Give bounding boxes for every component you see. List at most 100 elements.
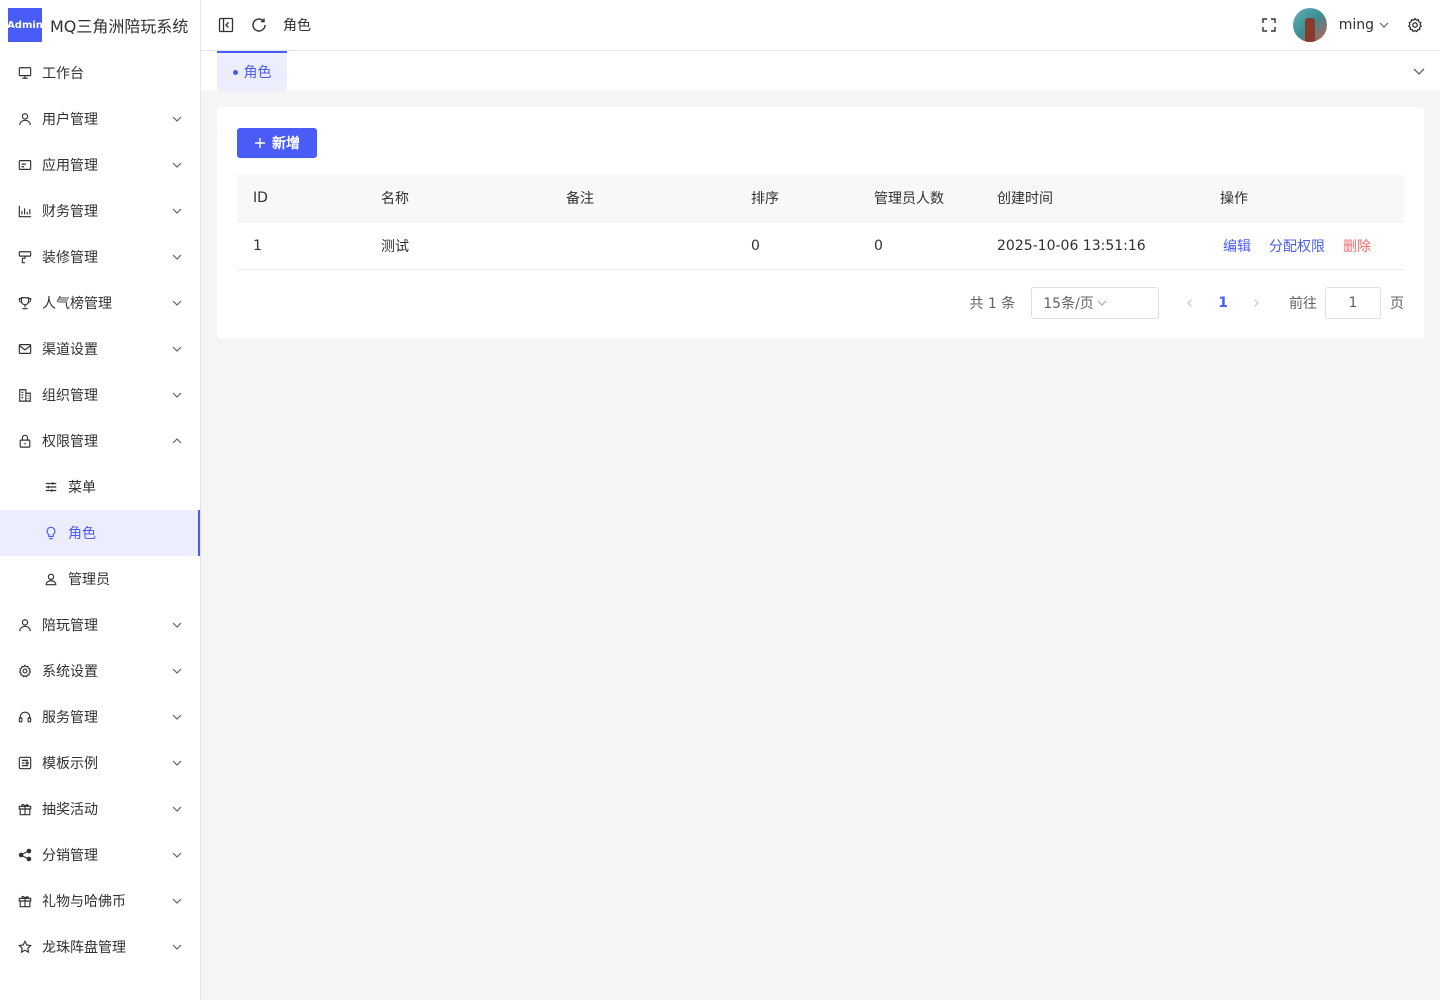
- sidebar-item-workbench[interactable]: 工作台: [0, 50, 200, 96]
- chevron-down-icon: [172, 298, 182, 308]
- prev-page-icon[interactable]: [1185, 298, 1195, 308]
- sidebar-item-permissions[interactable]: 权限管理: [0, 418, 200, 464]
- sidebar-item-companions[interactable]: 陪玩管理: [0, 602, 200, 648]
- pagination-total: 共 1 条: [969, 296, 1016, 312]
- page-suffix: 页: [1390, 296, 1404, 312]
- trophy-icon: [18, 296, 32, 310]
- next-page-icon[interactable]: [1251, 298, 1261, 308]
- bulb-icon: [44, 526, 58, 540]
- chevron-down-icon: [172, 896, 182, 906]
- table-header: ID 名称 备注 排序 管理员人数 创建时间 操作: [237, 175, 1404, 222]
- sidebar-item-label: 服务管理: [42, 710, 98, 726]
- sidebar-item-lottery[interactable]: 抽奖活动: [0, 786, 200, 832]
- breadcrumb: 角色: [283, 18, 311, 34]
- tab-bar: 角色: [201, 51, 1440, 91]
- monitor-icon: [18, 66, 32, 80]
- chevron-up-icon: [172, 436, 182, 446]
- sidebar-item-label: 用户管理: [42, 112, 98, 128]
- sidebar-item-label: 龙珠阵盘管理: [42, 940, 126, 956]
- cell-actions: 编辑 分配权限 删除: [1220, 236, 1371, 256]
- chevron-down-icon: [172, 344, 182, 354]
- sidebar-item-distribution[interactable]: 分销管理: [0, 832, 200, 878]
- sidebar-item-templates[interactable]: 模板示例: [0, 740, 200, 786]
- sidebar-item-roles[interactable]: 角色: [0, 510, 200, 556]
- logo[interactable]: Admin MQ三角洲陪玩系统: [0, 0, 200, 50]
- share-icon: [18, 848, 32, 862]
- sidebar-item-label: 财务管理: [42, 204, 98, 220]
- col-header-sort: 排序: [751, 191, 779, 207]
- sidebar-item-finance[interactable]: 财务管理: [0, 188, 200, 234]
- user-outline-icon: [44, 572, 58, 586]
- sidebar-item-label: 抽奖活动: [42, 802, 98, 818]
- sidebar-item-organization[interactable]: 组织管理: [0, 372, 200, 418]
- col-header-actions: 操作: [1220, 191, 1248, 207]
- sidebar-item-dragonball[interactable]: 龙珠阵盘管理: [0, 924, 200, 970]
- sidebar: Admin MQ三角洲陪玩系统 工作台 用户管理 应用管理 财务管理 装修管理: [0, 0, 201, 1000]
- app-card-icon: [18, 158, 32, 172]
- gear-icon[interactable]: [1407, 17, 1423, 33]
- sidebar-item-apps[interactable]: 应用管理: [0, 142, 200, 188]
- sidebar-item-label: 权限管理: [42, 434, 98, 450]
- sidebar-item-decoration[interactable]: 装修管理: [0, 234, 200, 280]
- mail-icon: [18, 342, 32, 356]
- sidebar-item-label: 陪玩管理: [42, 618, 98, 634]
- col-header-name: 名称: [381, 191, 409, 207]
- sidebar-item-label: 系统设置: [42, 664, 98, 680]
- sidebar-item-label: 礼物与哈佛币: [42, 894, 126, 910]
- chevron-down-icon: [172, 942, 182, 952]
- cell-sort: 0: [751, 237, 760, 254]
- add-button[interactable]: 新增: [237, 128, 317, 158]
- sidebar-menu: 工作台 用户管理 应用管理 财务管理 装修管理 人气榜管理 渠道设置 组织管理 …: [0, 50, 200, 970]
- chevron-down-icon[interactable]: [1379, 20, 1389, 30]
- col-header-admin-count: 管理员人数: [874, 191, 944, 207]
- col-header-created: 创建时间: [997, 191, 1053, 207]
- cell-name: 测试: [381, 238, 409, 255]
- page-size-select[interactable]: 15条/页: [1031, 287, 1160, 319]
- fullscreen-icon[interactable]: [1261, 17, 1277, 33]
- chevron-down-icon: [172, 114, 182, 124]
- gear-icon: [18, 664, 32, 678]
- sidebar-item-label: 装修管理: [42, 250, 98, 266]
- refresh-icon[interactable]: [251, 17, 267, 33]
- top-header: 角色 ming: [201, 0, 1440, 51]
- cell-admin-count: 0: [874, 237, 883, 254]
- delete-button[interactable]: 删除: [1343, 239, 1371, 255]
- header-actions: ming: [1261, 8, 1440, 42]
- sidebar-item-gifts[interactable]: 礼物与哈佛币: [0, 878, 200, 924]
- sidebar-item-label: 组织管理: [42, 388, 98, 404]
- table-row: 1 测试 0 0 2025-10-06 13:51:16 编辑 分配权限 删除: [237, 222, 1404, 270]
- username[interactable]: ming: [1339, 17, 1374, 33]
- avatar[interactable]: [1292, 8, 1327, 42]
- sidebar-item-label: 人气榜管理: [42, 296, 112, 312]
- sidebar-item-popularity[interactable]: 人气榜管理: [0, 280, 200, 326]
- cell-created: 2025-10-06 13:51:16: [997, 237, 1146, 254]
- sidebar-item-menu[interactable]: 菜单: [0, 464, 200, 510]
- assign-permission-button[interactable]: 分配权限: [1269, 239, 1325, 255]
- logo-badge: Admin: [7, 8, 43, 42]
- lock-icon: [18, 434, 32, 448]
- gift-icon: [18, 802, 32, 816]
- page-number[interactable]: 1: [1218, 295, 1228, 311]
- collapse-sidebar-icon[interactable]: [218, 17, 234, 33]
- tab-roles[interactable]: 角色: [217, 51, 287, 91]
- roles-table: ID 名称 备注 排序 管理员人数 创建时间 操作 1 测试 0 0 2025-…: [237, 175, 1404, 270]
- chevron-down-icon[interactable]: [1412, 64, 1426, 78]
- brush-icon: [18, 250, 32, 264]
- gift-icon: [18, 894, 32, 908]
- sidebar-item-services[interactable]: 服务管理: [0, 694, 200, 740]
- sidebar-item-label: 模板示例: [42, 756, 98, 772]
- goto-page-input[interactable]: [1325, 287, 1381, 319]
- chevron-down-icon: [172, 620, 182, 630]
- edit-button[interactable]: 编辑: [1223, 239, 1251, 255]
- sidebar-item-system-settings[interactable]: 系统设置: [0, 648, 200, 694]
- chevron-down-icon: [172, 252, 182, 262]
- user-icon: [18, 112, 32, 126]
- sidebar-item-channels[interactable]: 渠道设置: [0, 326, 200, 372]
- sidebar-item-users[interactable]: 用户管理: [0, 96, 200, 142]
- sidebar-item-admins[interactable]: 管理员: [0, 556, 200, 602]
- sidebar-item-label: 分销管理: [42, 848, 98, 864]
- app-title: MQ三角洲陪玩系统: [50, 17, 189, 36]
- col-header-id: ID: [253, 190, 268, 206]
- sidebar-item-label: 工作台: [42, 66, 84, 82]
- chevron-down-icon: [172, 206, 182, 216]
